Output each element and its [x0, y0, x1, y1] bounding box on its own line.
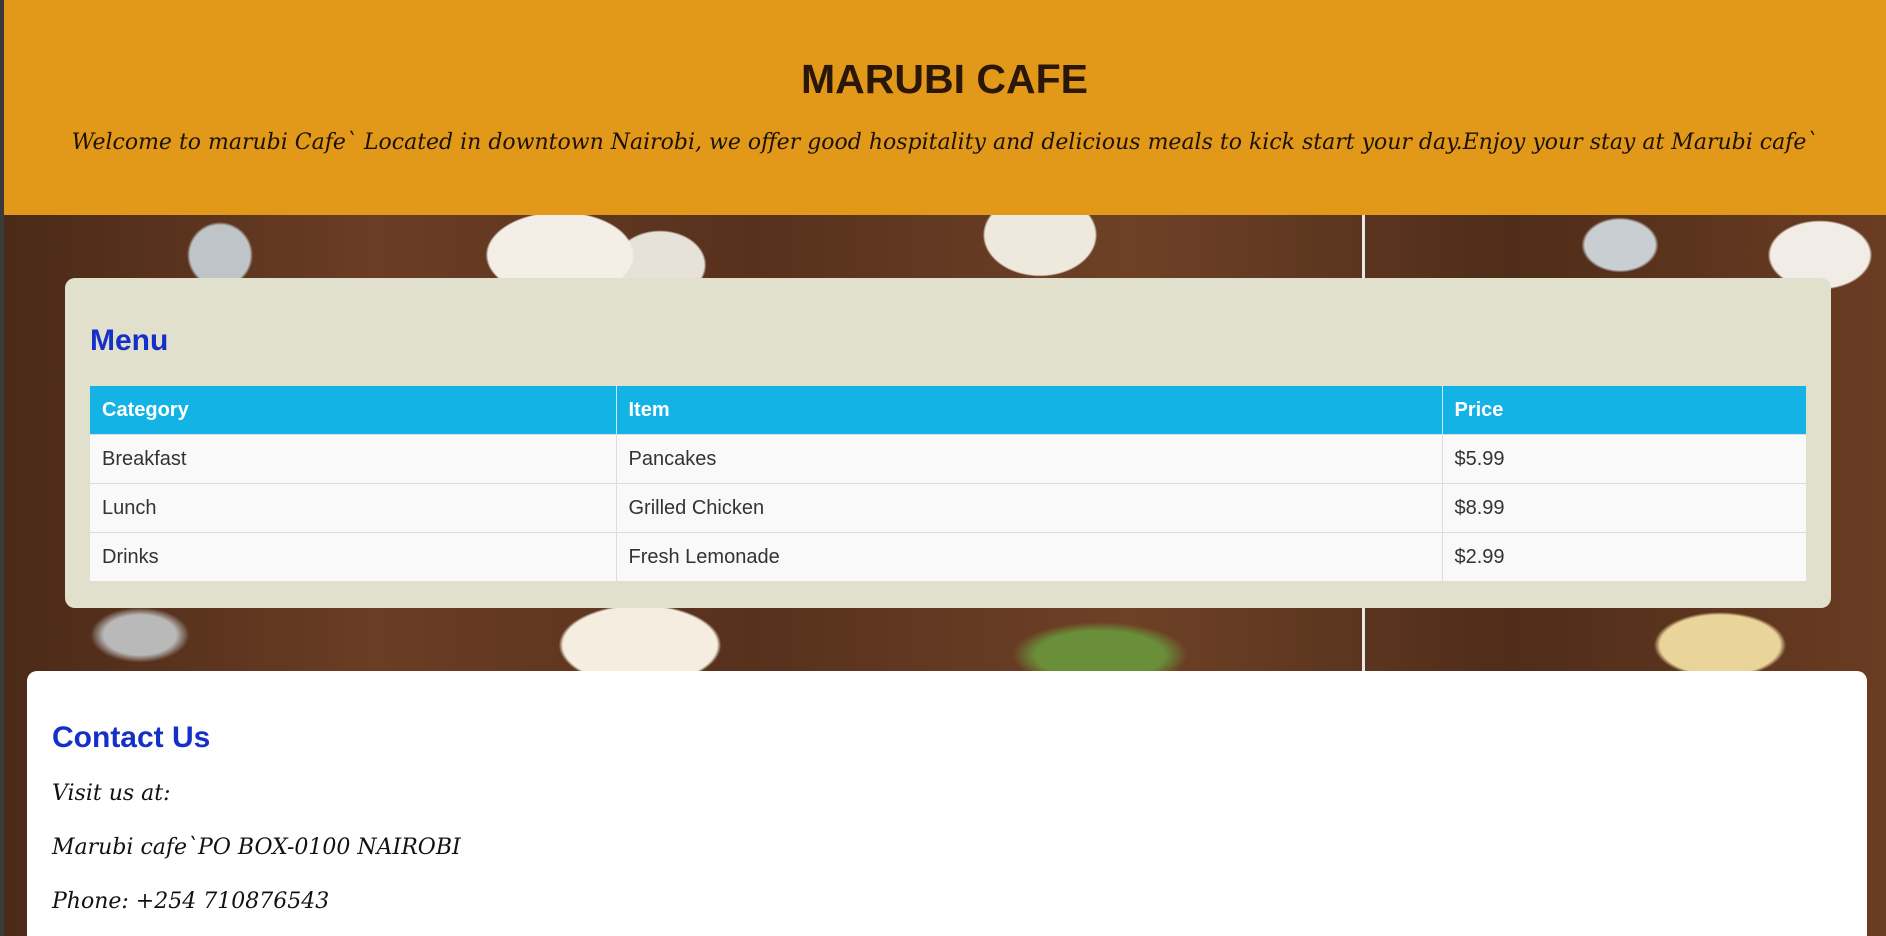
window-left-edge — [0, 0, 4, 936]
site-header: MARUBI CAFE Welcome to marubi Cafe` Loca… — [3, 0, 1886, 215]
table-row: Drinks Fresh Lemonade $2.99 — [90, 532, 1806, 581]
visit-label: Visit us at: — [52, 781, 171, 806]
table-row: Lunch Grilled Chicken $8.99 — [90, 483, 1806, 533]
menu-table: Category Item Price Breakfast Pancakes $… — [90, 386, 1806, 581]
cell-item: Grilled Chicken — [616, 483, 1443, 533]
cell-price: $8.99 — [1442, 483, 1806, 533]
cell-item: Fresh Lemonade — [616, 532, 1443, 581]
address-text: Marubi cafe`PO BOX-0100 NAIROBI — [52, 835, 461, 860]
contact-heading: Contact Us — [52, 721, 211, 754]
menu-section: Menu Category Item Price Breakfast Panca… — [65, 278, 1831, 608]
column-header-item: Item — [616, 386, 1443, 435]
cell-price: $2.99 — [1442, 532, 1806, 581]
cell-category: Lunch — [90, 483, 617, 533]
cell-category: Breakfast — [90, 434, 617, 484]
site-tagline: Welcome to marubi Cafe` Located in downt… — [71, 130, 1818, 155]
cell-item: Pancakes — [616, 434, 1443, 484]
table-row: Breakfast Pancakes $5.99 — [90, 434, 1806, 484]
menu-table-header-row: Category Item Price — [90, 386, 1806, 435]
phone-text: Phone: +254 710876543 — [52, 889, 330, 914]
column-header-price: Price — [1442, 386, 1806, 435]
menu-heading: Menu — [90, 324, 169, 357]
cell-category: Drinks — [90, 532, 617, 581]
contact-section: Contact Us Visit us at: Marubi cafe`PO B… — [27, 671, 1867, 936]
cell-price: $5.99 — [1442, 434, 1806, 484]
page: MARUBI CAFE Welcome to marubi Cafe` Loca… — [0, 0, 1886, 936]
site-title: MARUBI CAFE — [801, 56, 1088, 102]
column-header-category: Category — [90, 386, 617, 435]
